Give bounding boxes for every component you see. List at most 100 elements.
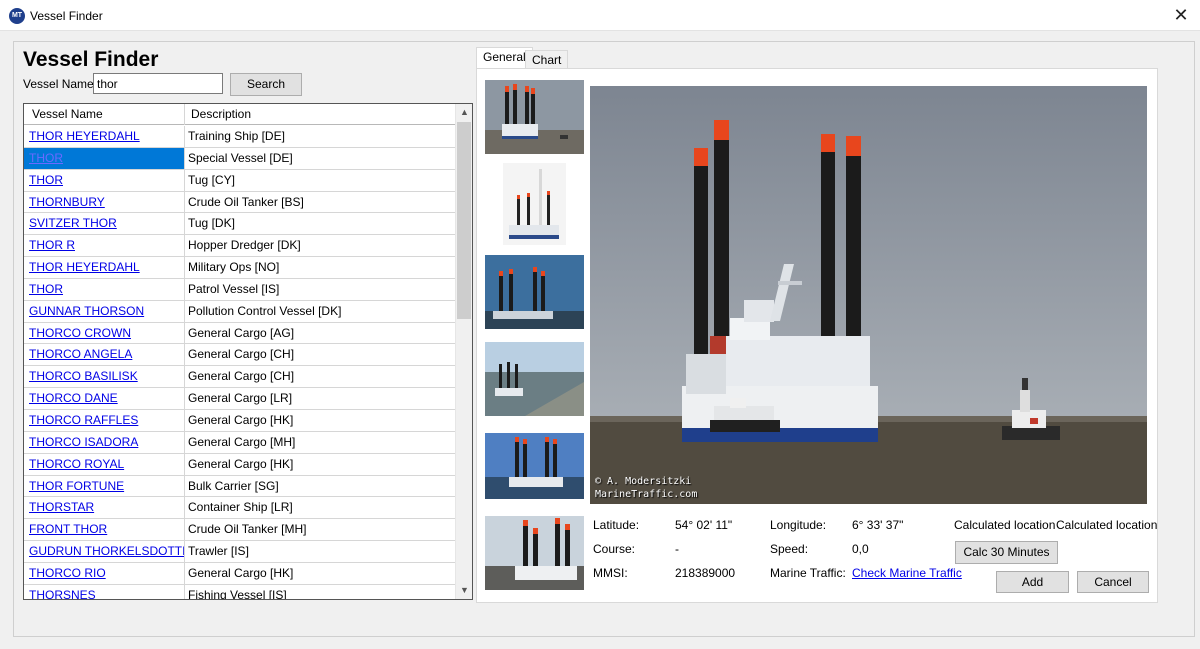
vessel-name-link[interactable]: THORCO DANE [24, 388, 185, 409]
window-title: Vessel Finder [30, 9, 103, 23]
vessel-description: Military Ops [NO] [188, 260, 280, 275]
course-label: Course: [593, 542, 636, 556]
vessel-thumbnail-5[interactable] [485, 433, 584, 499]
table-row[interactable]: GUDRUN THORKELSDOTTIR Trawler [IS] [24, 541, 456, 563]
page-title: Vessel Finder [23, 48, 159, 71]
vessel-description: Bulk Carrier [SG] [188, 478, 279, 493]
photo-source: MarineTraffic.com [595, 489, 698, 500]
close-icon[interactable]: ✕ [1170, 4, 1192, 26]
table-row[interactable]: THOR Tug [CY] [24, 169, 456, 192]
vessel-description: Hopper Dredger [DK] [188, 238, 301, 253]
table-row[interactable]: THORCO ROYAL General Cargo [HK] [24, 453, 456, 476]
vessel-thumbnail-3[interactable] [485, 255, 584, 329]
vessel-name-link[interactable]: THORSNES [24, 584, 185, 599]
search-button[interactable]: Search [230, 73, 302, 96]
mmsi-value: 218389000 [675, 566, 736, 580]
vessel-description: Container Ship [LR] [188, 500, 293, 515]
vessel-name-link[interactable]: THORCO RIO [24, 562, 185, 584]
vessel-name-link[interactable]: FRONT THOR [24, 519, 185, 541]
vessel-name-link[interactable]: THOR HEYERDAHL [24, 257, 185, 278]
column-header-vessel-name[interactable]: Vessel Name [24, 104, 185, 125]
latitude-value: 54° 02' 11" [675, 518, 733, 532]
vessel-name-link[interactable]: THOR HEYERDAHL [24, 126, 185, 147]
vessel-thumbnail-1[interactable] [485, 80, 584, 154]
vessel-name-link[interactable]: THORCO ANGELA [24, 344, 185, 366]
table-row[interactable]: THORSTAR Container Ship [LR] [24, 497, 456, 520]
vessel-name-link[interactable]: THORNBURY [24, 191, 185, 213]
vessel-name-link[interactable]: THORCO ROYAL [24, 453, 185, 475]
table-row[interactable]: THOR HEYERDAHL Military Ops [NO] [24, 257, 456, 279]
title-bar: MT Vessel Finder ✕ [0, 0, 1200, 31]
marine-traffic-label: Marine Traffic: [770, 566, 846, 580]
course-value: - [675, 542, 679, 556]
vessel-name-link[interactable]: THORCO ISADORA [24, 431, 185, 453]
column-header-description[interactable]: Description [185, 104, 456, 125]
vessel-name-label: Vessel Name: [23, 77, 98, 91]
vessel-name-link[interactable]: THOR FORTUNE [24, 475, 185, 497]
table-row[interactable]: THOR Special Vessel [DE] [24, 147, 456, 170]
vessel-thumbnail-2[interactable] [503, 163, 566, 245]
vessel-name-link[interactable]: THORCO RAFFLES [24, 409, 185, 431]
vessel-description: Trawler [IS] [188, 544, 249, 559]
calculated-location-label-2: Calculated location [1056, 518, 1158, 532]
mmsi-label: MMSI: [593, 566, 628, 580]
table-row[interactable]: THORCO RIO General Cargo [HK] [24, 562, 456, 585]
table-row[interactable]: THORCO ISADORA General Cargo [MH] [24, 431, 456, 454]
check-marine-traffic-link[interactable]: Check Marine Traffic [852, 566, 962, 580]
scroll-down-icon[interactable]: ▼ [456, 582, 472, 599]
table-row[interactable]: THORSNES Fishing Vessel [IS] [24, 584, 456, 600]
vessel-name-link[interactable]: THOR [24, 278, 185, 300]
scrollbar-thumb[interactable] [457, 122, 471, 319]
speed-label: Speed: [770, 542, 809, 556]
vessel-name-link[interactable]: THOR [24, 147, 185, 169]
vessel-thumbnail-6[interactable] [485, 516, 584, 590]
table-row[interactable]: THOR HEYERDAHL Training Ship [DE] [24, 126, 456, 148]
vessel-name-link[interactable]: THORSTAR [24, 497, 185, 519]
vessel-description: General Cargo [HK] [188, 412, 294, 427]
table-row[interactable]: THORCO BASILISK General Cargo [CH] [24, 366, 456, 389]
grid-body: THOR HEYERDAHL Training Ship [DE] THOR Spec… [24, 126, 456, 600]
vessel-name-link[interactable]: THOR [24, 169, 185, 191]
table-row[interactable]: THOR Patrol Vessel [IS] [24, 278, 456, 301]
add-button[interactable]: Add [996, 571, 1069, 593]
grid-header: Vessel Name Description [24, 104, 456, 125]
vessel-name-link[interactable]: THOR R [24, 235, 185, 257]
vessel-description: General Cargo [CH] [188, 369, 295, 384]
vessel-description: General Cargo [CH] [188, 347, 295, 362]
table-row[interactable]: THORCO RAFFLES General Cargo [HK] [24, 409, 456, 432]
table-row[interactable]: THORCO ANGELA General Cargo [CH] [24, 344, 456, 367]
vessel-thumbnail-4[interactable] [485, 342, 584, 416]
calculated-location-label-1: Calculated location [954, 518, 1056, 532]
table-row[interactable]: THOR R Hopper Dredger [DK] [24, 235, 456, 258]
vessel-name-link[interactable]: GUNNAR THORSON [24, 300, 185, 322]
table-row[interactable]: GUNNAR THORSON Pollution Control Vessel [… [24, 300, 456, 323]
vessel-description: General Cargo [HK] [188, 565, 294, 580]
table-row[interactable]: THORCO DANE General Cargo [LR] [24, 388, 456, 410]
jackup-vessel-image [590, 86, 1147, 504]
vessel-description: General Cargo [AG] [188, 325, 295, 340]
vessel-name-link[interactable]: GUDRUN THORKELSDOTTIR [24, 541, 185, 562]
calc-30-minutes-button[interactable]: Calc 30 Minutes [955, 541, 1058, 564]
vertical-scrollbar[interactable]: ▲ ▼ [455, 104, 472, 599]
vessel-name-link[interactable]: THORCO CROWN [24, 322, 185, 344]
vessel-description: General Cargo [LR] [188, 391, 293, 406]
table-row[interactable]: THOR FORTUNE Bulk Carrier [SG] [24, 475, 456, 498]
vessel-description: Crude Oil Tanker [BS] [188, 194, 304, 209]
tab-chart[interactable]: Chart [525, 50, 569, 70]
vessel-description: General Cargo [HK] [188, 456, 294, 471]
vessel-description: Fishing Vessel [IS] [188, 587, 287, 600]
scroll-up-icon[interactable]: ▲ [456, 104, 472, 121]
vessel-results-grid: Vessel Name Description THOR HEYERDAHL Tr… [23, 103, 473, 600]
vessel-description: Tug [CY] [188, 172, 235, 187]
table-row[interactable]: THORCO CROWN General Cargo [AG] [24, 322, 456, 345]
table-row[interactable]: FRONT THOR Crude Oil Tanker [MH] [24, 519, 456, 542]
vessel-description: Training Ship [DE] [188, 129, 285, 143]
cancel-button[interactable]: Cancel [1077, 571, 1149, 593]
table-row[interactable]: THORNBURY Crude Oil Tanker [BS] [24, 191, 456, 214]
vessel-description: Patrol Vessel [IS] [188, 281, 280, 296]
vessel-name-link[interactable]: SVITZER THOR [24, 213, 185, 235]
table-row[interactable]: SVITZER THOR Tug [DK] [24, 213, 456, 236]
vessel-name-input[interactable] [93, 73, 223, 94]
app-icon: MT [9, 8, 25, 24]
vessel-name-link[interactable]: THORCO BASILISK [24, 366, 185, 388]
